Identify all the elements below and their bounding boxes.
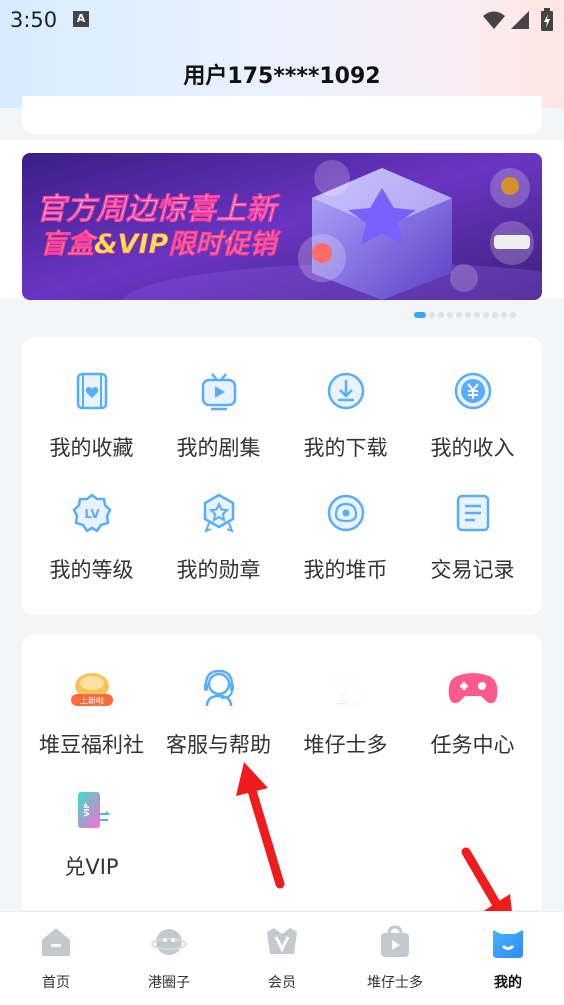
profile-icon xyxy=(493,930,523,958)
tab-store[interactable]: 堆仔士多 xyxy=(339,912,451,992)
annotation-arrow-support xyxy=(236,762,285,889)
welfare-badge: 上新啦 xyxy=(80,696,104,706)
store-logo-line1: 堆仔 xyxy=(328,671,361,689)
coin-icon xyxy=(327,494,364,532)
menu-item-label: 我的勋章 xyxy=(176,558,261,582)
menu-item-label: 交易记录 xyxy=(430,558,515,582)
wifi-icon xyxy=(483,11,505,29)
profile-card-bottom xyxy=(22,96,542,134)
pagination-dot xyxy=(438,312,444,318)
tab-mine[interactable]: 我的 xyxy=(452,912,564,992)
page-title: 用户175****1092 xyxy=(183,64,381,89)
pagination-dot xyxy=(510,312,516,318)
menu-item-store[interactable]: 堆仔 士多 堆仔士多 xyxy=(282,668,409,759)
pagination-dot xyxy=(447,312,453,318)
shop-bag-icon xyxy=(381,925,409,957)
banner-line2: 盲盒&VIP限时促销 xyxy=(40,229,281,260)
vip-icon xyxy=(267,928,297,954)
menu-item-redeem-vip[interactable]: VIP 兑VIP xyxy=(28,790,155,881)
menu-item-medals[interactable]: 我的勋章 xyxy=(155,493,282,584)
menu-item-series[interactable]: 我的剧集 xyxy=(155,371,282,462)
income-icon xyxy=(454,372,491,410)
menu-item-label: 堆豆福利社 xyxy=(39,733,144,757)
store-logo-line2: 士多 xyxy=(333,690,364,708)
home-icon xyxy=(42,928,70,956)
level-icon: LV xyxy=(71,493,112,533)
support-icon xyxy=(203,669,234,707)
menu-item-level[interactable]: LV 我的等级 xyxy=(28,493,155,584)
tab-home[interactable]: 首页 xyxy=(0,912,112,992)
tab-circle[interactable]: 港圈子 xyxy=(113,912,225,992)
battery-icon xyxy=(541,8,553,31)
menu-item-label: 堆仔士多 xyxy=(303,733,388,757)
menu-item-label: 我的堆币 xyxy=(303,558,388,582)
menu-item-label: 我的等级 xyxy=(49,558,134,582)
sim-icon: A xyxy=(73,11,89,27)
medal-icon xyxy=(203,493,234,533)
pagination-dot xyxy=(501,312,507,318)
vip-card-text: VIP xyxy=(83,803,91,816)
menu-item-label: 我的收入 xyxy=(430,436,515,460)
vip-card-icon: VIP xyxy=(77,792,110,828)
tab-label: 我的 xyxy=(494,975,522,991)
record-icon xyxy=(456,494,489,532)
pagination-dot xyxy=(429,312,435,318)
menu-item-transactions[interactable]: 交易记录 xyxy=(409,493,536,584)
gamepad-icon xyxy=(448,673,497,704)
banner-line1: 官方周边惊喜上新 xyxy=(36,192,281,227)
header: 3:50 A 用户175****1092 xyxy=(0,0,564,108)
pagination-dot xyxy=(474,312,480,318)
planet-icon xyxy=(151,929,187,955)
menu-item-label: 我的剧集 xyxy=(176,436,261,460)
menu-item-coins[interactable]: 我的堆币 xyxy=(282,493,409,584)
menu-item-label: 客服与帮助 xyxy=(166,733,271,757)
status-bar: 3:50 A xyxy=(0,0,564,40)
svg-text:LV: LV xyxy=(84,507,100,521)
store-logo-icon: 堆仔士多 xyxy=(328,671,365,709)
pagination-dot xyxy=(414,312,426,318)
pagination-dot xyxy=(456,312,462,318)
menu-item-label: 兑VIP xyxy=(64,855,119,879)
banner-pagination xyxy=(414,312,519,318)
tab-label: 堆仔士多 xyxy=(367,975,423,991)
tv-icon xyxy=(201,373,236,411)
menu-item-downloads[interactable]: 我的下载 xyxy=(282,371,409,462)
tab-label: 会员 xyxy=(268,975,296,991)
bottom-tab-bar: 首页 港圈子 会员 堆仔士多 我的 xyxy=(0,911,564,1005)
menu-item-tasks[interactable]: 任务中心 xyxy=(409,668,536,759)
banner-art: 官方周边惊喜上新 盲盒&VIP限时促销 xyxy=(22,153,542,300)
signal-icon xyxy=(511,11,529,29)
tab-label: 首页 xyxy=(42,975,70,991)
menu-item-label: 我的收藏 xyxy=(49,436,134,460)
tab-vip[interactable]: 会员 xyxy=(226,912,338,992)
menu-item-label: 我的下载 xyxy=(303,436,388,460)
menu-item-favorites[interactable]: 我的收藏 xyxy=(28,371,155,462)
pagination-dot xyxy=(492,312,498,318)
pagination-dot xyxy=(465,312,471,318)
download-icon xyxy=(327,372,364,410)
promo-banner[interactable]: 官方周边惊喜上新 盲盒&VIP限时促销 xyxy=(22,153,542,300)
status-time: 3:50 xyxy=(10,8,58,32)
tab-label: 港圈子 xyxy=(148,975,190,991)
menu-item-welfare[interactable]: 上新啦 堆豆福利社 xyxy=(28,668,155,759)
menu-item-income[interactable]: 我的收入 xyxy=(409,371,536,462)
personal-menu-card: 我的收藏 我的剧集 我的下载 我的收入 LV 我的等级 我的勋章 我的堆币 交易… xyxy=(22,337,542,615)
welfare-icon: 上新啦 xyxy=(70,673,113,706)
favorites-icon xyxy=(76,372,107,410)
menu-item-support[interactable]: 客服与帮助 xyxy=(155,668,282,759)
menu-item-label: 任务中心 xyxy=(430,733,515,757)
pagination-dot xyxy=(483,312,489,318)
